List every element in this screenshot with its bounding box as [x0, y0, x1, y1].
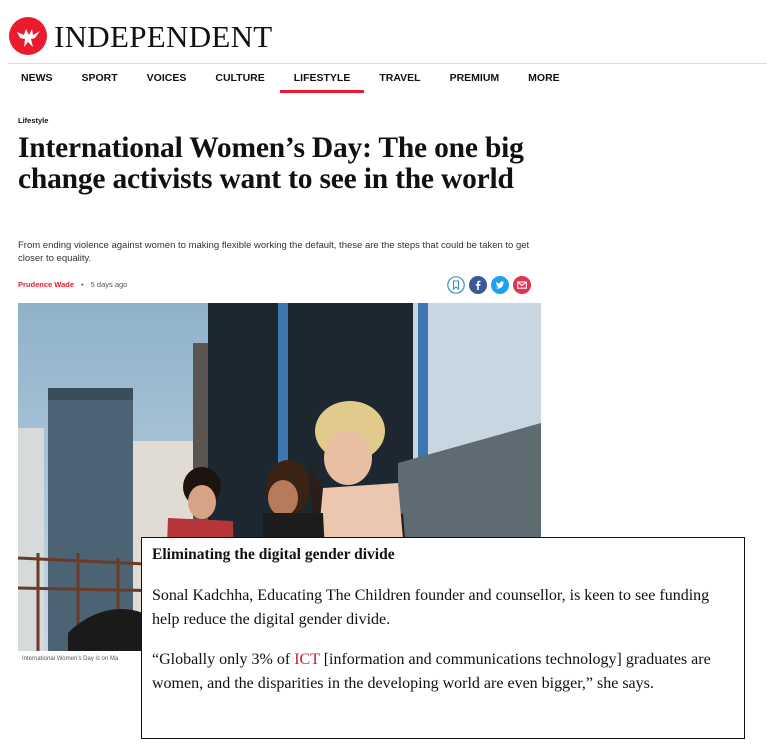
image-caption: International Women’s Day is on Ma: [22, 656, 119, 662]
article-headline: International Women’s Day: The one big c…: [18, 132, 524, 195]
byline: Prudence Wade • 5 days ago: [18, 280, 127, 289]
ict-highlight: ICT: [294, 651, 320, 668]
nav-more[interactable]: MORE: [528, 72, 560, 84]
article-standfirst: From ending violence against women to ma…: [18, 240, 530, 264]
nav-travel[interactable]: TRAVEL: [379, 72, 420, 84]
twitter-icon[interactable]: [491, 276, 509, 294]
nav-premium[interactable]: PREMIUM: [450, 72, 500, 84]
quote-text-start: “Globally only 3% of: [152, 651, 295, 668]
quote-callout: Eliminating the digital gender divide So…: [141, 537, 745, 739]
nav-sport[interactable]: SPORT: [82, 72, 118, 84]
nav-lifestyle[interactable]: LIFESTYLE: [279, 72, 364, 93]
eagle-icon[interactable]: [8, 16, 48, 56]
section-label[interactable]: Lifestyle: [18, 116, 48, 125]
bookmark-icon[interactable]: [447, 276, 465, 294]
masthead: INDEPENDENT: [8, 14, 273, 58]
nav-voices[interactable]: VOICES: [147, 72, 187, 84]
nav-culture[interactable]: CULTURE: [215, 72, 264, 84]
callout-paragraph-2: “Globally only 3% of ICT [information an…: [152, 648, 722, 696]
callout-paragraph-1: Sonal Kadchha, Educating The Children fo…: [152, 587, 710, 628]
facebook-icon[interactable]: [469, 276, 487, 294]
email-icon[interactable]: [513, 276, 531, 294]
publish-time: 5 days ago: [90, 280, 128, 289]
share-bar: [447, 276, 531, 294]
site-logo-text[interactable]: INDEPENDENT: [54, 21, 273, 52]
byline-separator: •: [81, 280, 84, 289]
top-nav: NEWS SPORT VOICES CULTURE LIFESTYLE TRAV…: [8, 63, 767, 93]
callout-title: Eliminating the digital gender divide: [152, 546, 395, 563]
author-link[interactable]: Prudence Wade: [18, 280, 74, 289]
nav-news[interactable]: NEWS: [21, 72, 53, 84]
